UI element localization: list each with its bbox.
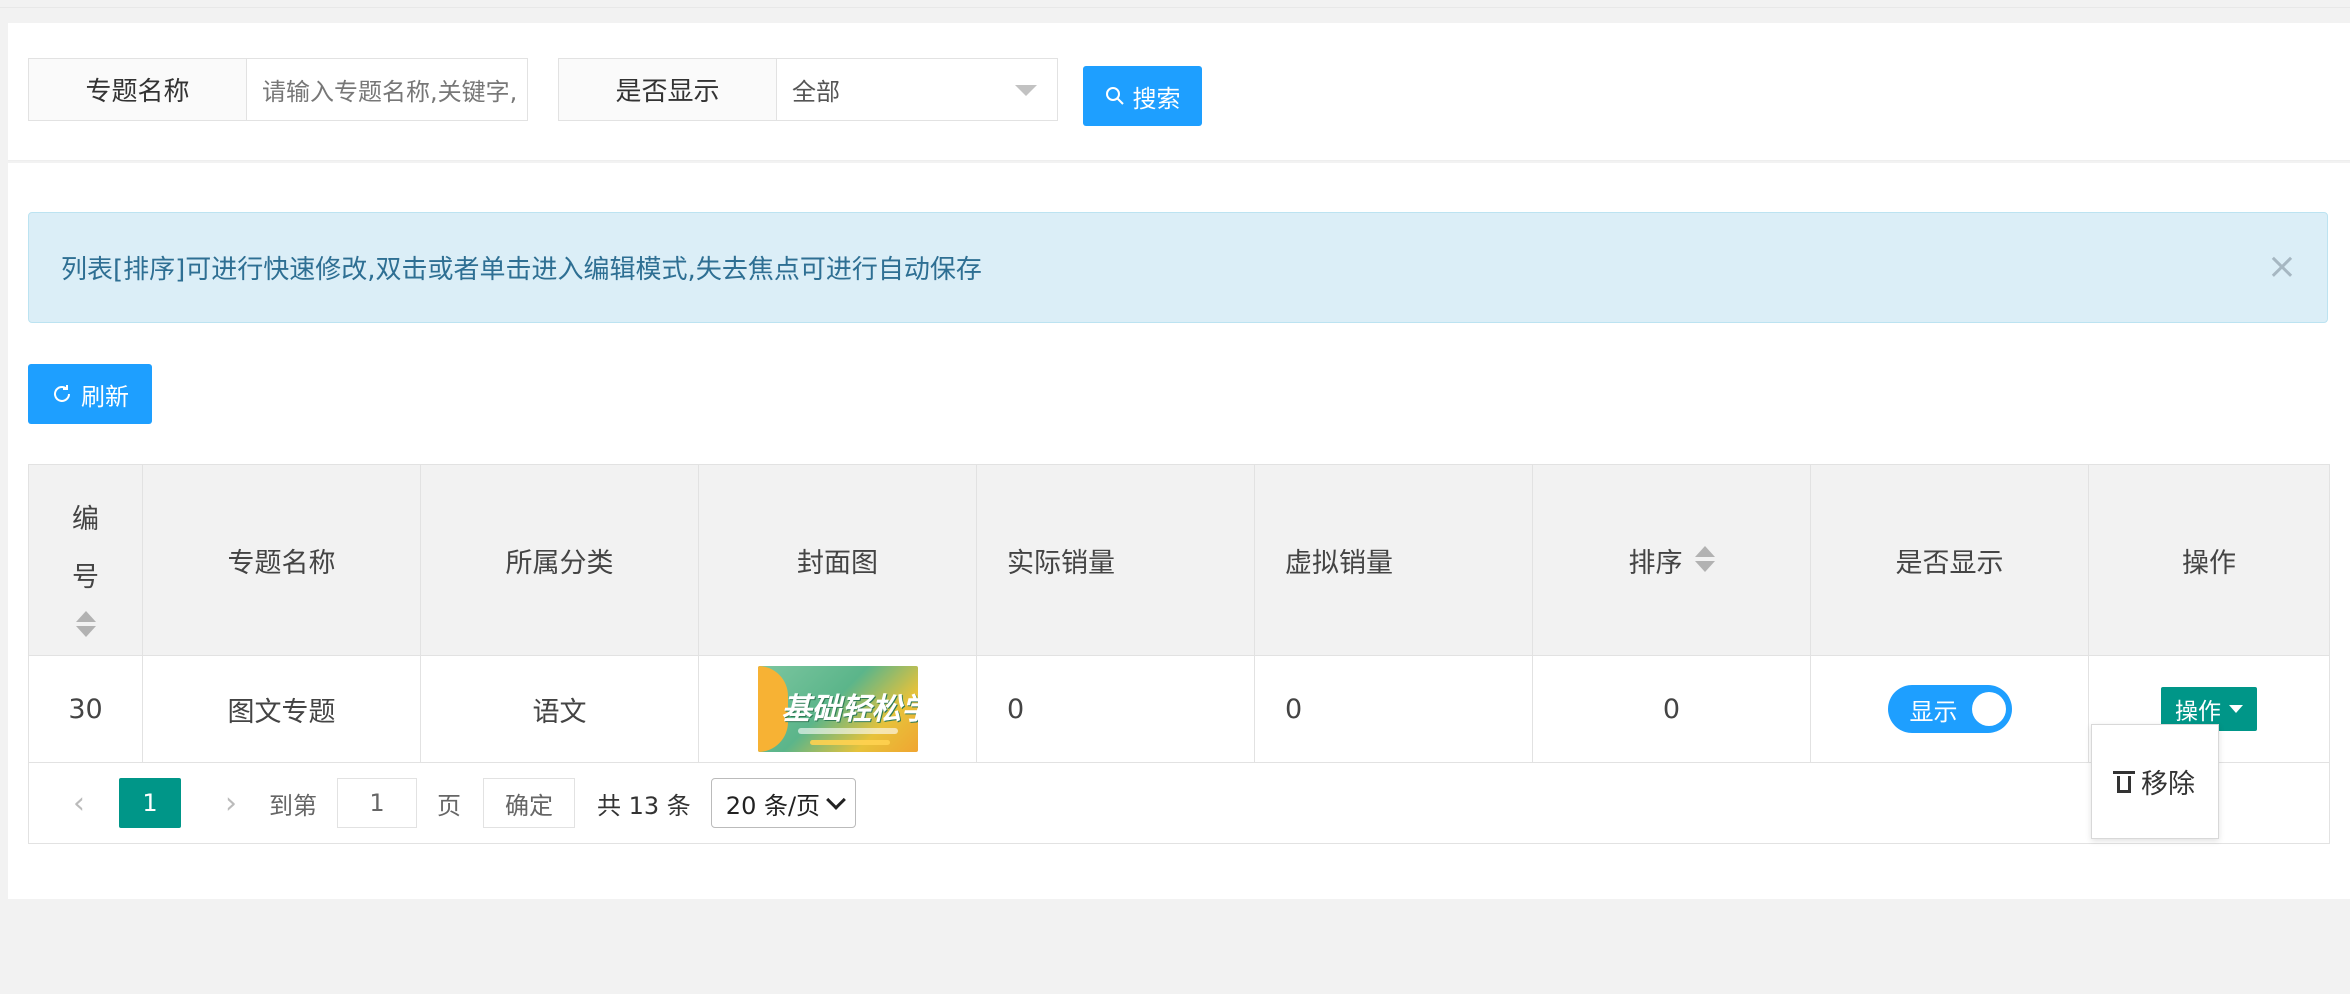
header-visible: 是否显示 bbox=[1811, 465, 2089, 655]
cell-name: 图文专题 bbox=[143, 656, 421, 762]
toggle-knob bbox=[1971, 692, 2006, 726]
header-virtual-sales: 虚拟销量 bbox=[1255, 465, 1533, 655]
caret-down-icon bbox=[1015, 85, 1037, 96]
refresh-button-label: 刷新 bbox=[81, 382, 129, 411]
cell-actual-sales: 0 bbox=[977, 656, 1255, 762]
menu-item-remove[interactable]: 移除 bbox=[2141, 762, 2195, 801]
header-id-line1: 编 bbox=[72, 504, 99, 535]
goto-prefix: 到第 bbox=[269, 791, 317, 820]
topic-name-field: 专题名称 请输入专题名称,关键字, bbox=[28, 58, 528, 121]
search-icon bbox=[1105, 87, 1124, 105]
refresh-icon bbox=[54, 385, 70, 402]
topic-name-label: 专题名称 bbox=[29, 59, 247, 120]
header-cover: 封面图 bbox=[699, 465, 977, 655]
goto-confirm-button[interactable]: 确定 bbox=[483, 778, 575, 828]
cell-cover: 基础轻松学 bbox=[699, 656, 977, 762]
header-name: 专题名称 bbox=[143, 465, 421, 655]
refresh-button[interactable]: 刷新 bbox=[28, 364, 152, 424]
trash-body bbox=[2117, 775, 2131, 793]
cell-sort[interactable]: 0 bbox=[1533, 656, 1811, 762]
page-1[interactable]: 1 bbox=[119, 778, 181, 828]
close-icon[interactable]: × bbox=[2267, 249, 2297, 285]
ops-button-label: 操作 bbox=[2175, 699, 2221, 725]
goto-page-input[interactable]: 1 bbox=[337, 778, 417, 828]
trash-lid bbox=[2113, 770, 2135, 774]
info-alert-text: 列表[排序]可进行快速修改,双击或者单击进入编辑模式,失去焦点可进行自动保存 bbox=[61, 255, 982, 285]
visible-filter-label: 是否显示 bbox=[559, 59, 777, 120]
topic-name-input[interactable]: 请输入专题名称,关键字, bbox=[247, 59, 527, 120]
cover-image[interactable]: 基础轻松学 bbox=[757, 666, 918, 752]
header-id[interactable]: 编 号 bbox=[29, 465, 143, 655]
header-sort[interactable]: 排序 bbox=[1533, 465, 1811, 655]
prev-page-icon[interactable]: ‹ bbox=[65, 786, 93, 821]
visible-filter-select[interactable]: 全部 bbox=[777, 59, 1057, 120]
next-page-icon[interactable]: › bbox=[217, 786, 245, 821]
ops-dropdown-menu: 移除 bbox=[2091, 724, 2219, 839]
header-sort-label: 排序 bbox=[1628, 547, 1683, 579]
info-alert: 列表[排序]可进行快速修改,双击或者单击进入编辑模式,失去焦点可进行自动保存 × bbox=[28, 212, 2328, 323]
cell-id: 30 bbox=[29, 656, 143, 762]
table-row: 30 图文专题 语文 基础轻松学 0 0 0 显示 操作 bbox=[29, 655, 2329, 763]
header-id-line2: 号 bbox=[72, 562, 99, 593]
page-size-select[interactable]: 20 条/页 bbox=[710, 778, 856, 828]
goto-suffix: 页 bbox=[437, 791, 461, 820]
cell-visible: 显示 bbox=[1811, 656, 2089, 762]
pagination: ‹ 1 › 到第 1 页 确定 共 13 条 20 条/页 bbox=[29, 763, 2329, 843]
sort-icon[interactable] bbox=[1694, 546, 1715, 574]
cover-subline-2 bbox=[809, 740, 890, 745]
chevron-down-icon bbox=[825, 790, 846, 810]
topic-table: 编 号 专题名称 所属分类 封面图 实际销量 虚拟销量 排序 是否显示 操作 3… bbox=[28, 464, 2330, 844]
trash-icon bbox=[2113, 770, 2135, 793]
cover-text: 基础轻松学 bbox=[781, 692, 918, 727]
top-strip bbox=[0, 0, 2350, 8]
sort-icon[interactable] bbox=[75, 611, 96, 639]
search-button-label: 搜索 bbox=[1132, 84, 1181, 113]
search-button[interactable]: 搜索 bbox=[1083, 66, 1202, 126]
cover-subline bbox=[797, 728, 898, 734]
header-category: 所属分类 bbox=[421, 465, 699, 655]
table-header-row: 编 号 专题名称 所属分类 封面图 实际销量 虚拟销量 排序 是否显示 操作 bbox=[29, 465, 2329, 655]
header-ops: 操作 bbox=[2182, 547, 2236, 579]
visible-filter-value: 全部 bbox=[792, 78, 840, 106]
cell-virtual-sales: 0 bbox=[1255, 656, 1533, 762]
visible-filter-field: 是否显示 全部 bbox=[558, 58, 1058, 121]
visible-toggle-label: 显示 bbox=[1909, 697, 1958, 726]
caret-down-icon bbox=[2229, 705, 2243, 713]
cell-category: 语文 bbox=[421, 656, 699, 762]
header-actual-sales: 实际销量 bbox=[977, 465, 1255, 655]
total-count: 共 13 条 bbox=[597, 791, 691, 820]
visible-toggle[interactable]: 显示 bbox=[1887, 685, 2012, 733]
page-size-value: 20 条/页 bbox=[725, 791, 821, 820]
